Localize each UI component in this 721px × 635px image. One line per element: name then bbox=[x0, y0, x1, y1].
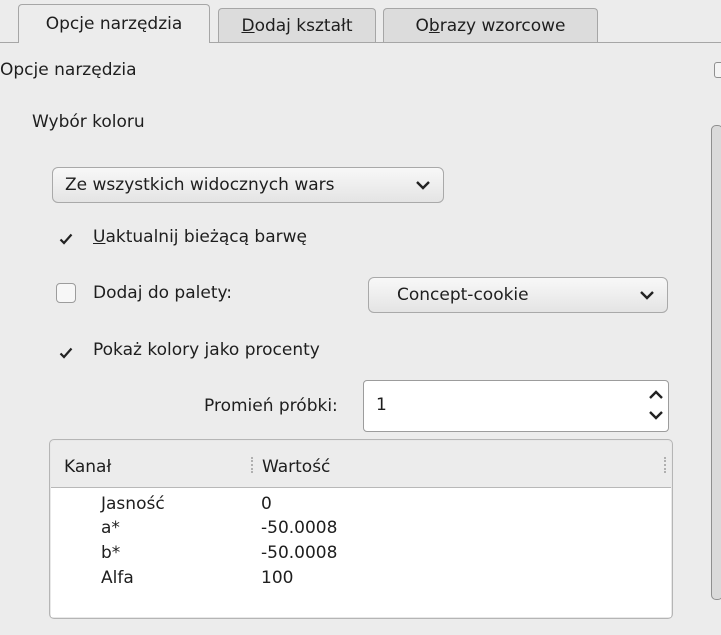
channel-table: Kanał Wartość Jasność 0 a* -50.0008 b* -… bbox=[49, 439, 673, 619]
side-scrollbar[interactable] bbox=[711, 125, 721, 600]
check-icon bbox=[59, 347, 73, 359]
chevron-up-icon[interactable] bbox=[648, 389, 664, 401]
channel-value: -50.0008 bbox=[261, 518, 338, 538]
palette-select-value: Concept-cookie bbox=[397, 285, 529, 305]
add-to-palette-label: Dodaj do palety: bbox=[93, 283, 233, 303]
sample-source-select[interactable]: Ze wszystkich widocznych wars bbox=[52, 167, 444, 203]
table-row[interactable]: b* -50.0008 bbox=[51, 543, 671, 567]
channel-name: Jasność bbox=[101, 494, 165, 514]
column-header-value[interactable]: Wartość bbox=[262, 457, 330, 477]
channel-name: Alfa bbox=[101, 568, 134, 588]
table-row[interactable]: Alfa 100 bbox=[51, 568, 671, 592]
sample-radius-spinbox[interactable]: 1 bbox=[363, 380, 669, 432]
section-title: Wybór koloru bbox=[32, 112, 145, 132]
table-body: Jasność 0 a* -50.0008 b* -50.0008 Alfa 1… bbox=[51, 488, 671, 617]
update-color-checkbox[interactable] bbox=[56, 229, 76, 249]
show-percent-checkbox[interactable] bbox=[56, 343, 76, 363]
show-percent-label: Pokaż kolory jako procenty bbox=[93, 340, 320, 360]
table-row[interactable]: a* -50.0008 bbox=[51, 518, 671, 542]
tab-brush-presets[interactable]: Obrazy wzorcowe bbox=[383, 8, 598, 42]
tab-tool-options[interactable]: Opcje narzędzia bbox=[18, 4, 210, 43]
table-header: Kanał Wartość bbox=[51, 441, 671, 488]
sample-source-value: Ze wszystkich widocznych wars bbox=[65, 175, 335, 195]
column-header-channel[interactable]: Kanał bbox=[64, 457, 111, 477]
palette-select[interactable]: Concept-cookie bbox=[368, 277, 668, 313]
tab-brush-presets-label: Obrazy wzorcowe bbox=[415, 15, 566, 36]
panel-float-button[interactable] bbox=[714, 62, 721, 78]
chevron-down-icon[interactable] bbox=[648, 409, 664, 421]
channel-value: 0 bbox=[261, 494, 272, 514]
chevron-down-icon bbox=[640, 291, 654, 300]
panel-title: Opcje narzędzia bbox=[0, 60, 137, 80]
channel-value: -50.0008 bbox=[261, 543, 338, 563]
channel-value: 100 bbox=[261, 568, 294, 588]
add-to-palette-checkbox[interactable] bbox=[56, 283, 76, 303]
column-divider-icon[interactable] bbox=[251, 457, 254, 473]
tab-bar: Opcje narzędzia Dodaj kształt Obrazy wzo… bbox=[0, 0, 721, 43]
tab-tool-options-label: Opcje narzędzia bbox=[45, 14, 183, 34]
sample-radius-label: Promień próbki: bbox=[204, 396, 338, 416]
tab-add-shape-label: Dodaj kształt bbox=[241, 15, 353, 36]
tab-add-shape[interactable]: Dodaj kształt bbox=[218, 8, 376, 42]
check-icon bbox=[59, 233, 73, 245]
column-divider-icon bbox=[664, 457, 667, 473]
table-row[interactable]: Jasność 0 bbox=[51, 494, 671, 518]
channel-name: b* bbox=[101, 543, 121, 563]
update-color-label: Uaktualnij bieżącą barwę bbox=[93, 227, 307, 247]
chevron-down-icon bbox=[416, 181, 430, 190]
sample-radius-value: 1 bbox=[376, 395, 387, 415]
channel-name: a* bbox=[101, 518, 120, 538]
